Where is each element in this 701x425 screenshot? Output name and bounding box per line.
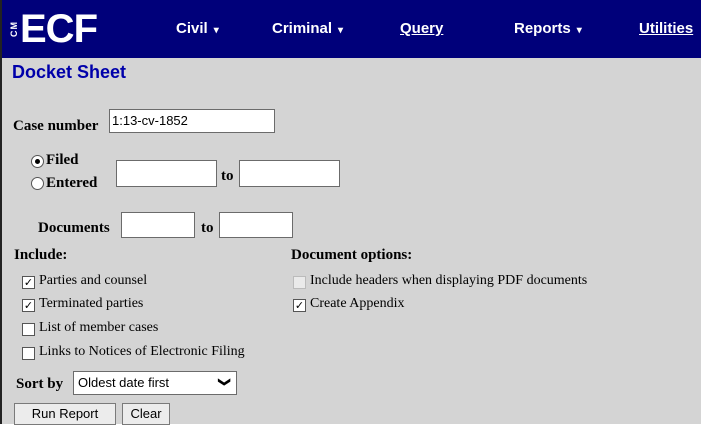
documents-label: Documents (38, 220, 110, 236)
chevron-down-icon: ❯ (217, 376, 232, 388)
dropdown-caret-icon: ▾ (576, 25, 582, 36)
nav-query-link[interactable]: Query (400, 20, 443, 37)
create-appendix-label: Create Appendix (310, 296, 405, 311)
nef-links-label: Links to Notices of Electronic Filing (39, 344, 245, 359)
create-appendix-checkbox[interactable]: ✓ (293, 299, 306, 312)
clear-button[interactable]: Clear (122, 403, 170, 425)
documents-from-input[interactable] (121, 212, 195, 238)
nav-civil-label: Civil (176, 20, 208, 37)
member-cases-label: List of member cases (39, 320, 159, 335)
top-nav-bar: CM ECF Civil ▾ Criminal ▾ Query Reports ▾ U… (2, 0, 701, 58)
terminated-parties-checkbox[interactable]: ✓ (22, 299, 35, 312)
cmecf-logo[interactable]: CM ECF (9, 4, 98, 54)
entered-label: Entered (46, 175, 98, 191)
case-number-label: Case number (13, 118, 99, 134)
member-cases-checkbox[interactable] (22, 323, 35, 336)
dropdown-caret-icon: ▾ (213, 25, 219, 36)
logo-main-text: ECF (20, 6, 98, 51)
nav-civil-menu[interactable]: Civil ▾ (176, 20, 219, 37)
pdf-headers-checkbox[interactable] (293, 276, 306, 289)
case-number-input[interactable]: 1:13-cv-1852 (109, 109, 275, 133)
filed-label: Filed (46, 152, 79, 168)
page-frame: CM ECF Civil ▾ Criminal ▾ Query Reports ▾ U… (0, 0, 701, 425)
parties-counsel-label: Parties and counsel (39, 273, 148, 288)
terminated-parties-label: Terminated parties (39, 296, 144, 311)
sort-by-value: Oldest date first (78, 375, 170, 390)
page-title: Docket Sheet (12, 62, 127, 82)
documents-to-input[interactable] (219, 212, 293, 238)
documents-to-label: to (201, 220, 214, 236)
nav-criminal-label: Criminal (272, 20, 333, 37)
nav-reports-label: Reports (514, 20, 571, 37)
parties-counsel-checkbox[interactable]: ✓ (22, 276, 35, 289)
entered-radio[interactable] (31, 177, 44, 190)
nav-utilities-link[interactable]: Utilities (639, 20, 693, 37)
logo-small-text: CM (9, 21, 19, 37)
document-options-heading: Document options: (291, 247, 413, 263)
dropdown-caret-icon: ▾ (338, 25, 344, 36)
nav-criminal-menu[interactable]: Criminal ▾ (272, 20, 343, 37)
include-heading: Include: (14, 247, 68, 263)
date-to-label: to (221, 168, 234, 184)
sort-by-label: Sort by (16, 376, 64, 392)
date-to-input[interactable] (239, 160, 340, 187)
pdf-headers-label: Include headers when displaying PDF docu… (310, 273, 588, 288)
filed-radio[interactable] (31, 155, 44, 168)
run-report-button[interactable]: Run Report (14, 403, 116, 425)
date-from-input[interactable] (116, 160, 217, 187)
nav-reports-menu[interactable]: Reports ▾ (514, 20, 582, 37)
nef-links-checkbox[interactable] (22, 347, 35, 360)
sort-by-select[interactable]: Oldest date first ❯ (73, 371, 237, 395)
